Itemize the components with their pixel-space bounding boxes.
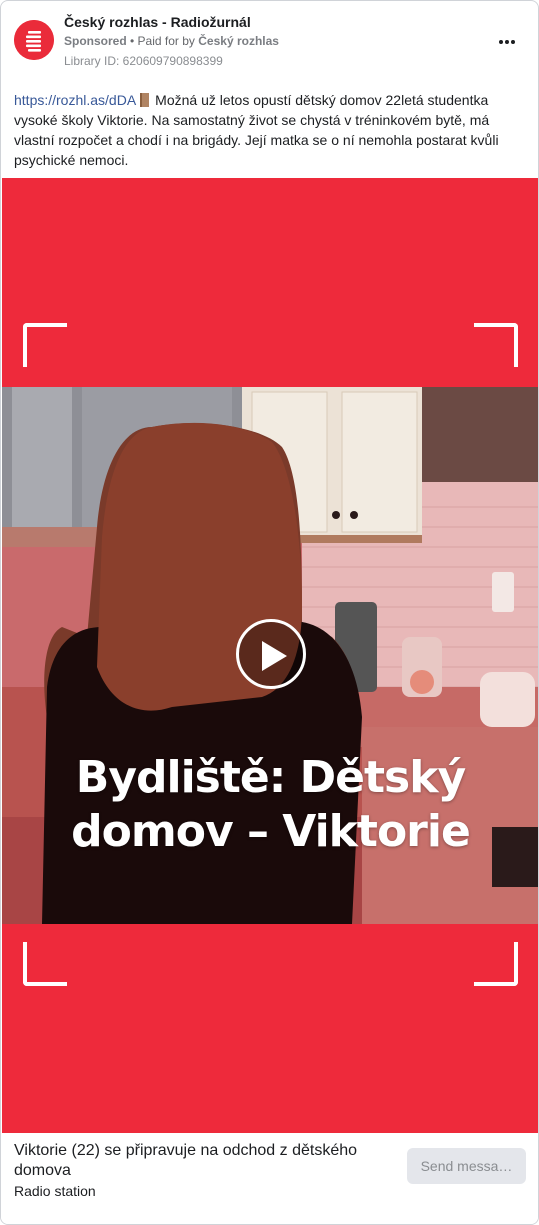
cta-subtitle: Radio station [14,1183,96,1199]
frame-corner-bottom-left [23,942,67,986]
ad-footer[interactable]: Viktorie (22) se připravuje na odchod z … [1,1133,538,1224]
sponsored-line: Sponsored • Paid for by Český rozhlas [64,34,279,48]
post-link[interactable]: https://rozhl.as/dDA [14,92,136,108]
ad-header: Český rozhlas - Radiožurnál Sponsored • … [1,1,538,81]
video-media[interactable]: Bydliště: Dětský domov – Viktorie [2,178,538,1133]
frame-corner-top-left [23,323,67,367]
play-icon [262,641,287,671]
cta-headline[interactable]: Viktorie (22) se připravuje na odchod z … [14,1141,394,1181]
overlay-line-1: Bydliště: Dětský [75,752,466,803]
sponsored-label: Sponsored [64,34,127,48]
paid-for-by[interactable]: Český rozhlas [198,34,279,48]
cesky-rozhlas-logo-icon [14,20,54,60]
more-options-button[interactable] [491,30,523,54]
page-avatar[interactable] [14,20,54,60]
page-name[interactable]: Český rozhlas - Radiožurnál [64,14,251,30]
video-overlay-title: Bydliště: Dětský domov – Viktorie [2,751,538,859]
video-thumbnail[interactable]: Bydliště: Dětský domov – Viktorie [2,387,538,924]
door-icon [140,93,150,107]
overlay-line-2: domov – Viktorie [71,806,471,857]
library-id: Library ID: 620609790898399 [64,54,223,68]
frame-corner-top-right [474,323,518,367]
play-button[interactable] [236,619,306,689]
ad-card: Český rozhlas - Radiožurnál Sponsored • … [0,0,539,1225]
post-body: https://rozhl.as/dDA Možná už letos opust… [14,90,526,170]
more-horizontal-icon [499,40,503,44]
frame-corner-bottom-right [474,942,518,986]
paid-for-prefix: • Paid for by [126,34,199,48]
send-message-button[interactable]: Send messa… [407,1148,526,1184]
